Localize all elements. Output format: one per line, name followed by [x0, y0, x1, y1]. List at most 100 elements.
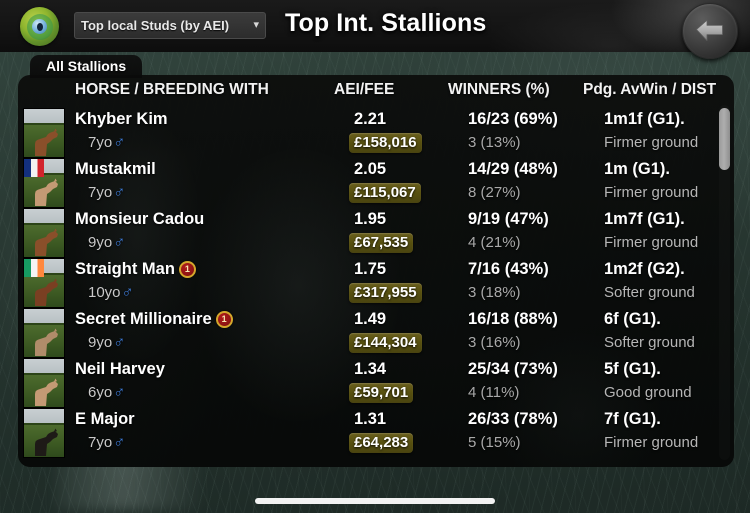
tab-all-stallions[interactable]: All Stallions: [30, 55, 143, 78]
pedigree-distance-value: 1m (G1).: [604, 160, 671, 178]
horse-name[interactable]: Mustakmil: [75, 160, 156, 179]
horse-name[interactable]: Secret Millionaire 1: [75, 310, 233, 329]
winners-sub-value: 4 (11%): [468, 384, 520, 401]
winners-value: 7/16 (43%): [468, 260, 549, 278]
winners-sub-value: 8 (27%): [468, 184, 521, 201]
pedigree-distance-value: 1m2f (G2).: [604, 260, 685, 278]
stallions-table-panel: HORSE / BREEDING WITH AEI/FEE WINNERS (%…: [18, 75, 734, 467]
horse-age-sex: 7yo♂: [88, 184, 125, 202]
horse-name-label: Straight Man: [75, 260, 175, 278]
horse-photo-thumbnail[interactable]: [23, 408, 65, 458]
vertical-scrollbar-thumb[interactable]: [719, 108, 730, 170]
pedigree-ground-value: Good ground: [604, 384, 692, 401]
mode-select-dropdown[interactable]: Top local Studs (by AEI) ▾: [74, 12, 266, 39]
home-indicator-bar: [255, 498, 495, 504]
horse-age-label: 10yo: [88, 284, 121, 301]
table-row[interactable]: E Major 7yo♂ 1.31 £64,283 26/33 (78%) 5 (15%)…: [18, 408, 734, 458]
stud-fee-badge: £59,701: [349, 383, 414, 403]
page-title: Top Int. Stallions: [285, 9, 487, 37]
aei-value: 1.49: [354, 310, 387, 328]
logo-eye-pupil: [36, 22, 43, 31]
horse-name-label: Mustakmil: [75, 160, 156, 178]
horse-name[interactable]: Neil Harvey: [75, 360, 165, 379]
male-symbol-icon: ♂: [113, 334, 126, 351]
eye-target-logo-icon[interactable]: [20, 7, 59, 46]
column-header-horse[interactable]: HORSE / BREEDING WITH: [75, 81, 269, 99]
horse-name[interactable]: Straight Man 1: [75, 260, 196, 279]
logo-inner-ring: [26, 13, 53, 40]
table-row[interactable]: Monsieur Cadou 9yo♂ 1.95 £67,535 9/19 (47%) 4…: [18, 208, 734, 258]
rank-badge: 1: [178, 261, 196, 278]
horse-silhouette-icon: [35, 178, 58, 206]
horse-silhouette-icon: [35, 228, 58, 256]
winners-value: 14/29 (48%): [468, 160, 558, 178]
back-button[interactable]: [682, 3, 738, 59]
winners-value: 9/19 (47%): [468, 210, 549, 228]
aei-value: 2.05: [354, 160, 387, 178]
stud-fee-badge: £144,304: [349, 333, 422, 353]
vertical-scrollbar-track[interactable]: [719, 105, 730, 460]
horse-name[interactable]: Khyber Kim: [75, 110, 168, 129]
winners-value: 16/23 (69%): [468, 110, 558, 128]
pedigree-ground-value: Softer ground: [604, 284, 695, 301]
tab-bar: All Stallions: [30, 55, 143, 78]
winners-value: 26/33 (78%): [468, 410, 558, 428]
table-row[interactable]: Neil Harvey 6yo♂ 1.34 £59,701 25/34 (73%) 4 (…: [18, 358, 734, 408]
horse-name[interactable]: E Major: [75, 410, 135, 429]
male-symbol-icon: ♂: [113, 184, 126, 201]
table-row[interactable]: Khyber Kim 7yo♂ 2.21 £158,016 16/23 (69%) 3 (…: [18, 108, 734, 158]
table-row[interactable]: Secret Millionaire 1 9yo♂ 1.49 £144,304 16/18…: [18, 308, 734, 358]
horse-photo-thumbnail[interactable]: [23, 108, 65, 158]
aei-value: 2.21: [354, 110, 387, 128]
pedigree-distance-value: 7f (G1).: [604, 410, 661, 428]
horse-silhouette-icon: [35, 328, 58, 356]
winners-sub-value: 5 (15%): [468, 434, 521, 451]
horse-silhouette-icon: [35, 378, 58, 406]
pedigree-distance-value: 5f (G1).: [604, 360, 661, 378]
app-root: Top local Studs (by AEI) ▾ Top Int. Stal…: [0, 0, 750, 513]
horse-age-label: 6yo: [88, 384, 113, 401]
table-header-row: HORSE / BREEDING WITH AEI/FEE WINNERS (%…: [18, 81, 734, 107]
winners-sub-value: 3 (16%): [468, 334, 521, 351]
horse-name-label: Neil Harvey: [75, 360, 165, 378]
horse-name-label: E Major: [75, 410, 135, 428]
male-symbol-icon: ♂: [113, 434, 126, 451]
horse-silhouette-icon: [35, 278, 58, 306]
horse-age-label: 7yo: [88, 434, 113, 451]
winners-sub-value: 3 (18%): [468, 284, 521, 301]
horse-name[interactable]: Monsieur Cadou: [75, 210, 204, 229]
horse-photo-thumbnail[interactable]: [23, 358, 65, 408]
horse-photo-thumbnail[interactable]: [23, 208, 65, 258]
pedigree-ground-value: Firmer ground: [604, 184, 699, 201]
pedigree-distance-value: 6f (G1).: [604, 310, 661, 328]
horse-age-label: 7yo: [88, 184, 113, 201]
male-symbol-icon: ♂: [113, 134, 126, 151]
winners-sub-value: 3 (13%): [468, 134, 521, 151]
male-symbol-icon: ♂: [121, 284, 134, 301]
horse-photo-thumbnail[interactable]: [23, 308, 65, 358]
winners-value: 16/18 (88%): [468, 310, 558, 328]
male-symbol-icon: ♂: [113, 384, 126, 401]
horse-name-label: Monsieur Cadou: [75, 210, 205, 228]
stud-fee-badge: £67,535: [349, 233, 414, 253]
horse-silhouette-icon: [35, 428, 58, 456]
mode-select-value: Top local Studs (by AEI): [81, 18, 230, 33]
horse-age-sex: 9yo♂: [88, 334, 125, 352]
back-arrow-icon: [696, 19, 723, 41]
aei-value: 1.95: [354, 210, 387, 228]
pedigree-distance-value: 1m7f (G1).: [604, 210, 685, 228]
column-header-pdg-avwin-dist[interactable]: Pdg. AvWin / DIST: [583, 81, 716, 99]
table-row[interactable]: Straight Man 1 10yo♂ 1.75 £317,955 7/16 (43%)…: [18, 258, 734, 308]
horse-photo-thumbnail[interactable]: [23, 158, 65, 208]
horse-age-sex: 6yo♂: [88, 384, 125, 402]
chevron-down-icon: ▾: [253, 19, 259, 31]
stud-fee-badge: £317,955: [349, 283, 422, 303]
horse-photo-thumbnail[interactable]: [23, 258, 65, 308]
table-row[interactable]: Mustakmil 7yo♂ 2.05 £115,067 14/29 (48%) 8 (2…: [18, 158, 734, 208]
column-header-winners[interactable]: WINNERS (%): [448, 81, 550, 99]
pedigree-ground-value: Firmer ground: [604, 134, 699, 151]
pedigree-ground-value: Firmer ground: [604, 434, 699, 451]
pedigree-distance-value: 1m1f (G1).: [604, 110, 685, 128]
top-header-bar: Top local Studs (by AEI) ▾ Top Int. Stal…: [0, 0, 750, 52]
column-header-aei-fee[interactable]: AEI/FEE: [334, 81, 394, 99]
